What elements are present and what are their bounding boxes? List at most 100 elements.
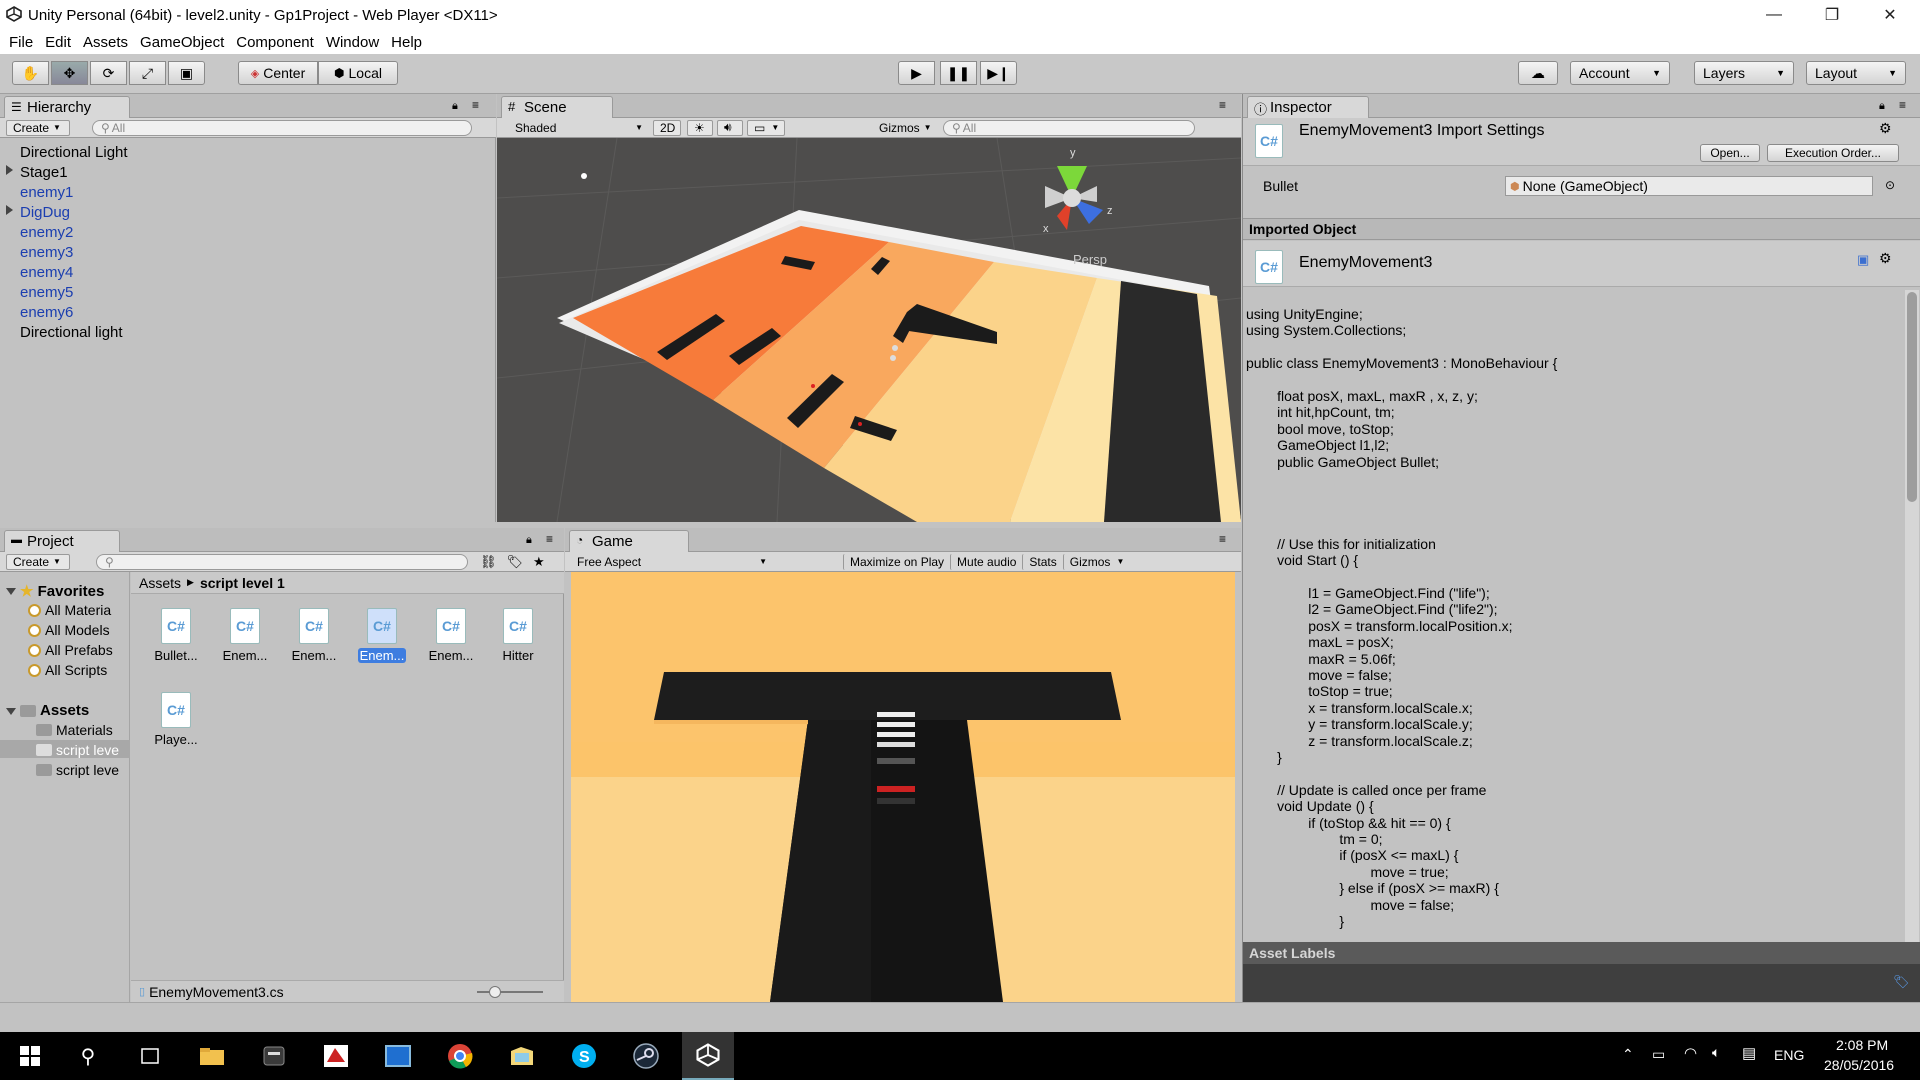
icon-size-slider[interactable] (477, 986, 543, 998)
game-gizmos-dropdown[interactable]: Gizmos ▼ (1062, 553, 1131, 570)
expand-arrow-icon[interactable] (6, 165, 13, 175)
panel-menu-icon[interactable]: ≡ (546, 532, 553, 546)
tab-inspector[interactable]: ⓘ Inspector (1247, 96, 1369, 118)
filter-label-icon[interactable]: 🏷︎ (507, 554, 524, 570)
breadcrumb-current[interactable]: script level 1 (200, 575, 285, 591)
breadcrumb-root[interactable]: Assets (139, 575, 181, 591)
hierarchy-search-input[interactable]: ⚲ All (92, 119, 472, 136)
game-app-icon[interactable] (310, 1032, 362, 1080)
game-viewport[interactable] (571, 572, 1235, 1002)
assets-folder[interactable]: Assets (20, 702, 89, 719)
chevron-up-icon[interactable]: ⌃ (1622, 1046, 1634, 1063)
language-indicator[interactable]: ENG (1774, 1047, 1804, 1063)
lock-icon[interactable]: 🔒︎ (1879, 100, 1885, 113)
scrollbar-thumb[interactable] (1907, 292, 1917, 502)
folder-app-icon[interactable] (496, 1032, 548, 1080)
tab-scene[interactable]: # Scene (501, 96, 613, 118)
volume-icon[interactable]: 🔈︎ (1712, 1044, 1720, 1061)
slider-thumb[interactable] (489, 986, 501, 998)
favorites-folder[interactable]: ★ Favorites (20, 582, 104, 600)
scale-tool-button[interactable]: ⤢ (129, 61, 166, 85)
script-asset-selected[interactable]: C# Enem... (352, 608, 412, 663)
search-icon[interactable]: ⚲ (62, 1032, 114, 1080)
execution-order-button[interactable]: Execution Order... (1767, 144, 1899, 162)
object-picker-icon[interactable]: ⊙ (1885, 178, 1895, 192)
help-book-icon[interactable]: ▣ (1857, 252, 1869, 268)
tab-hierarchy[interactable]: ☰ Hierarchy (4, 96, 130, 118)
hierarchy-item[interactable]: Directional Light (20, 144, 128, 161)
wifi-icon[interactable]: ◠ (1684, 1044, 1697, 1062)
stats-toggle[interactable]: Stats (1022, 553, 1062, 570)
expand-arrow-icon[interactable] (6, 205, 13, 215)
clock-time[interactable]: 2:08 PM (1836, 1037, 1888, 1053)
favorite-item[interactable]: All Materia (28, 602, 111, 618)
notification-icon[interactable]: ▤ (1742, 1044, 1756, 1062)
scene-gizmos-dropdown[interactable]: Gizmos ▼ (873, 120, 935, 136)
chrome-icon[interactable] (434, 1032, 486, 1080)
scene-viewport[interactable]: y x z Persp (497, 138, 1241, 522)
gear-icon[interactable]: ⚙ (1879, 120, 1892, 137)
panel-menu-icon[interactable]: ≡ (1219, 532, 1226, 546)
cloud-button[interactable]: ☁ (1518, 61, 1558, 85)
filter-type-icon[interactable]: ⛓ (480, 554, 497, 570)
hierarchy-item[interactable]: Directional light (20, 324, 123, 341)
panel-menu-icon[interactable]: ≡ (1219, 98, 1226, 112)
pivot-center-button[interactable]: ◈ Center (238, 61, 318, 85)
pause-button[interactable]: ❚❚ (940, 61, 977, 85)
effects-dropdown[interactable]: ▭ ▼ (747, 119, 785, 136)
unity-taskbar-icon[interactable] (682, 1032, 734, 1080)
steam-icon[interactable] (620, 1032, 672, 1080)
script-asset[interactable]: C# Hitter (488, 608, 548, 663)
inspector-scrollbar[interactable] (1905, 290, 1919, 942)
folder-item[interactable]: script leve (36, 762, 119, 778)
app-icon[interactable] (248, 1032, 300, 1080)
hierarchy-item[interactable]: enemy3 (20, 244, 73, 261)
skype-icon[interactable]: S (558, 1032, 610, 1080)
script-asset[interactable]: C# Enem... (421, 608, 481, 663)
bullet-object-field[interactable]: ⬢ None (GameObject) (1505, 176, 1873, 196)
hierarchy-item[interactable]: enemy2 (20, 224, 73, 241)
favorite-item[interactable]: All Models (28, 622, 110, 638)
script-asset[interactable]: C# Enem... (284, 608, 344, 663)
layout-dropdown[interactable]: Layout ▼ (1806, 61, 1906, 85)
move-tool-button[interactable]: ✥ (51, 61, 88, 85)
layers-dropdown[interactable]: Layers ▼ (1694, 61, 1794, 85)
tab-game[interactable]: ◔ Game (569, 530, 689, 552)
shading-dropdown[interactable]: Shaded ▼ (509, 120, 649, 136)
hierarchy-item[interactable]: Stage1 (20, 164, 68, 181)
account-dropdown[interactable]: Account ▼ (1570, 61, 1670, 85)
file-explorer-icon[interactable] (186, 1032, 238, 1080)
script-asset[interactable]: C# Bullet... (146, 608, 206, 663)
expand-arrow-icon[interactable] (6, 708, 16, 715)
folder-item[interactable]: script leve (36, 742, 119, 758)
menu-help[interactable]: Help (391, 34, 422, 51)
hierarchy-item[interactable]: enemy4 (20, 264, 73, 281)
script-asset[interactable]: C# Playe... (146, 692, 206, 747)
favorite-star-icon[interactable]: ★ (533, 554, 545, 570)
start-button[interactable] (4, 1032, 56, 1080)
maximize-on-play-toggle[interactable]: Maximize on Play (843, 553, 950, 570)
project-create-button[interactable]: Create ▼ (6, 553, 70, 570)
close-button[interactable]: ✕ (1862, 0, 1918, 30)
play-button[interactable]: ▶ (898, 61, 935, 85)
pivot-local-button[interactable]: ⬢ Local (318, 61, 398, 85)
hierarchy-item[interactable]: DigDug (20, 204, 70, 221)
lock-icon[interactable]: 🔒︎ (526, 534, 532, 547)
2d-toggle[interactable]: 2D (653, 119, 681, 136)
hierarchy-item[interactable]: enemy1 (20, 184, 73, 201)
favorite-item[interactable]: All Prefabs (28, 642, 113, 658)
menu-file[interactable]: File (9, 34, 33, 51)
mute-audio-toggle[interactable]: Mute audio (950, 553, 1022, 570)
audio-toggle[interactable]: 🔊︎ (717, 119, 743, 136)
hierarchy-item[interactable]: enemy6 (20, 304, 73, 321)
hierarchy-item[interactable]: enemy5 (20, 284, 73, 301)
minimize-button[interactable]: — (1746, 0, 1802, 30)
window-app-icon[interactable] (372, 1032, 424, 1080)
task-view-icon[interactable] (124, 1032, 176, 1080)
favorite-item[interactable]: All Scripts (28, 662, 107, 678)
lock-icon[interactable]: 🔒︎ (452, 100, 458, 113)
persp-label[interactable]: Persp (1073, 252, 1107, 267)
maximize-button[interactable]: ❐ (1804, 0, 1860, 30)
label-tag-icon[interactable]: 🏷︎ (1893, 974, 1910, 990)
aspect-dropdown[interactable]: Free Aspect ▼ (571, 554, 773, 570)
